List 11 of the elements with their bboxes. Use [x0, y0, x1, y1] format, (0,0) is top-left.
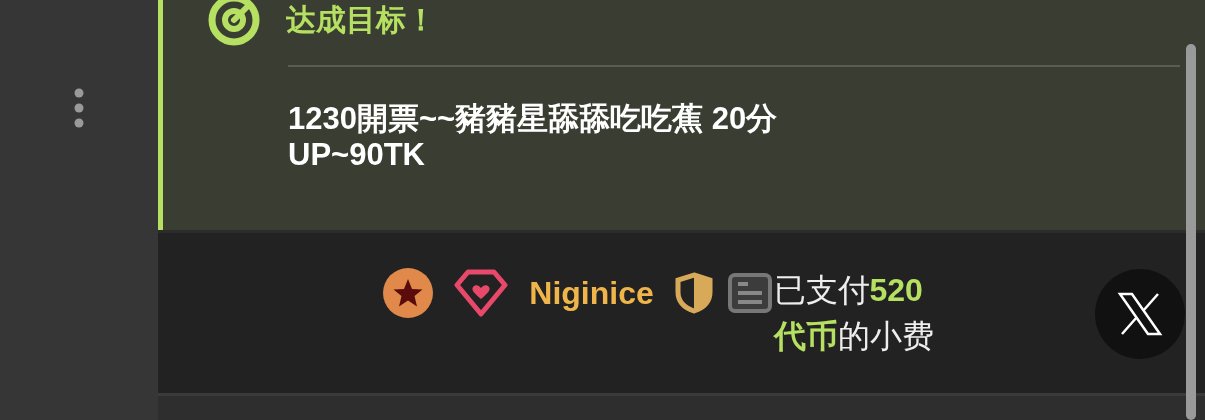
goal-description: 1230開票~~豬豬星舔舔吃吃蕉 20分 UP~90TK [288, 101, 779, 173]
tip-message: 已支付520代币的小费 [773, 271, 935, 356]
scrollbar[interactable] [1186, 44, 1196, 420]
goal-title: 达成目标！ [286, 1, 436, 38]
star-badge-icon [383, 267, 434, 318]
more-icon[interactable] [74, 88, 84, 128]
username-link[interactable]: Niginice [529, 274, 654, 311]
x-logo-icon [1117, 291, 1163, 337]
document-icon [727, 272, 772, 313]
shield-icon [674, 271, 713, 314]
heart-diamond-icon [454, 268, 509, 317]
